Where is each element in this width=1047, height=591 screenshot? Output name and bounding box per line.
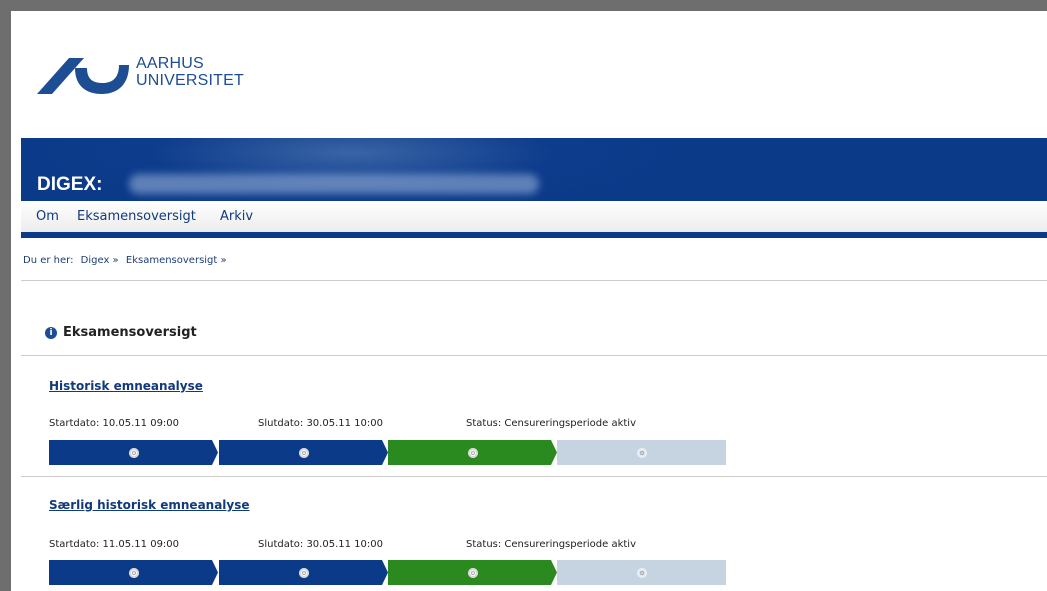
- page: AARHUS UNIVERSITET DIGEX: Om Eksamensove…: [11, 11, 1047, 591]
- exam-progress-bar: [49, 560, 729, 585]
- step-indicator-icon: [636, 567, 647, 578]
- breadcrumb-digex[interactable]: Digex »: [81, 255, 119, 266]
- banner-title: DIGEX:: [37, 174, 103, 195]
- nav-item-eksamensoversigt[interactable]: Eksamensoversigt: [77, 209, 196, 224]
- section-title: i Eksamensoversigt: [45, 325, 197, 340]
- step-indicator-icon: [298, 567, 309, 578]
- exam-start-date: Startdato: 10.05.11 09:00: [49, 418, 180, 429]
- nav-item-arkiv[interactable]: Arkiv: [220, 209, 253, 224]
- step-indicator-icon: [298, 447, 309, 458]
- exam-end-date: Slutdato: 30.05.11 10:00: [258, 418, 383, 429]
- exam-title-link[interactable]: Særlig historisk emneanalyse: [49, 498, 250, 512]
- progress-step-1[interactable]: [49, 440, 218, 465]
- breadcrumb: Du er her: Digex » Eksamensoversigt »: [23, 255, 231, 266]
- banner: DIGEX:: [21, 138, 1047, 201]
- divider: [21, 280, 1047, 281]
- breadcrumb-prefix: Du er her:: [23, 255, 74, 266]
- exam-start-date: Startdato: 11.05.11 09:00: [49, 539, 180, 550]
- step-indicator-icon: [467, 567, 478, 578]
- exam-end-date: Slutdato: 30.05.11 10:00: [258, 539, 383, 550]
- logo-text: AARHUS UNIVERSITET: [136, 55, 244, 89]
- info-icon: i: [45, 327, 57, 339]
- step-indicator-icon: [467, 447, 478, 458]
- exam-progress-bar: [49, 440, 729, 465]
- exam-status: Status: Censureringsperiode aktiv: [466, 418, 636, 429]
- progress-step-2[interactable]: [219, 440, 388, 465]
- logo-line2: UNIVERSITET: [136, 72, 244, 89]
- redacted-course-name: [129, 174, 539, 194]
- divider: [21, 476, 1047, 477]
- step-indicator-icon: [128, 447, 139, 458]
- progress-step-2[interactable]: [219, 560, 388, 585]
- progress-step-4: [557, 560, 726, 585]
- main-nav: Om Eksamensoversigt Arkiv: [21, 201, 1047, 238]
- nav-item-om[interactable]: Om: [36, 209, 59, 224]
- exam-status: Status: Censureringsperiode aktiv: [466, 539, 636, 550]
- exam-title-link[interactable]: Historisk emneanalyse: [49, 379, 203, 393]
- step-indicator-icon: [128, 567, 139, 578]
- progress-step-3[interactable]: [388, 560, 557, 585]
- section-title-text: Eksamensoversigt: [63, 325, 197, 340]
- au-logo-icon: [37, 58, 129, 94]
- logo-line1: AARHUS: [136, 55, 204, 72]
- progress-step-4: [557, 440, 726, 465]
- breadcrumb-eksamensoversigt[interactable]: Eksamensoversigt »: [126, 255, 227, 266]
- progress-step-3[interactable]: [388, 440, 557, 465]
- divider: [21, 355, 1047, 356]
- step-indicator-icon: [636, 447, 647, 458]
- progress-step-1[interactable]: [49, 560, 218, 585]
